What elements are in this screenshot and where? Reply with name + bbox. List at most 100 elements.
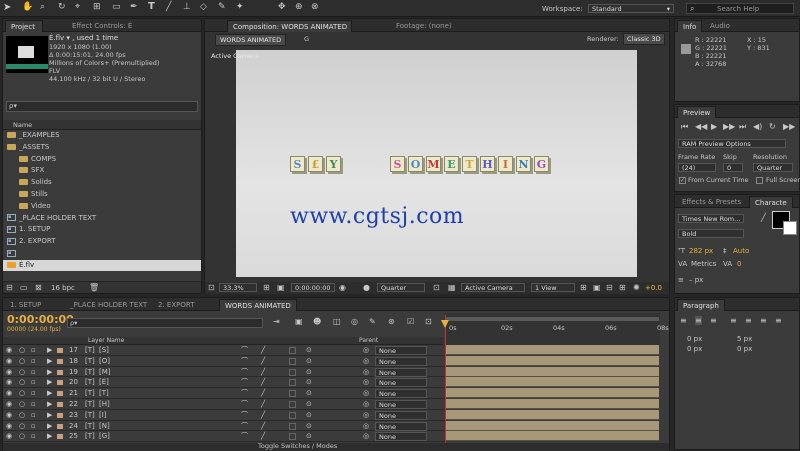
solo-icon[interactable]: ○ [19, 345, 25, 356]
tab-composition[interactable]: Composition: WORDS ANIMATED [227, 20, 352, 32]
lock-icon[interactable]: ▫ [31, 431, 36, 442]
project-item[interactable]: SFX [3, 165, 201, 176]
previous-frame-icon[interactable]: ◀◀ [695, 122, 707, 131]
timeline-tab[interactable]: WORDS ANIMATED [219, 299, 297, 311]
parent-select[interactable]: None [375, 432, 427, 442]
comp-viewer[interactable]: Active Camera S £ Y S O M E T H I N G www.cgtsj.com [211, 50, 637, 277]
3d-layer-box[interactable] [289, 411, 296, 419]
tab-character[interactable]: Characte [749, 196, 793, 208]
quality-icon[interactable]: ╱ [261, 399, 265, 410]
quality-icon[interactable]: ╱ [261, 356, 265, 367]
trash-icon[interactable]: 🗑 [89, 283, 99, 292]
hide-shy-icon[interactable]: ☻ [313, 317, 321, 326]
quality-icon[interactable]: ╱ [261, 367, 265, 378]
graph-toggle-icon[interactable]: ⊡ [425, 317, 432, 326]
layer-duration-bar[interactable] [445, 377, 659, 388]
draft-3d-icon[interactable]: ▣ [295, 317, 303, 326]
font-size-value[interactable]: 282 px [689, 247, 713, 255]
layer-duration-bar[interactable] [445, 420, 659, 431]
skip-select[interactable]: 0 [723, 163, 743, 172]
new-comp-icon[interactable]: ⊠ [35, 283, 42, 292]
3d-layer-box[interactable] [289, 390, 296, 398]
3d-icon[interactable]: ⊙ [306, 421, 312, 432]
label-color[interactable] [57, 434, 63, 440]
expand-arrow-icon[interactable]: ▶ [47, 399, 52, 410]
solo-icon[interactable]: ○ [19, 431, 25, 442]
project-item[interactable]: Stills [3, 189, 201, 200]
layer-duration-bar[interactable] [445, 388, 659, 399]
timeline-timecode[interactable]: 0:00:00:00 [7, 313, 74, 326]
project-item[interactable]: ▪ 2. EXPORT [3, 236, 201, 247]
pickwhip-icon[interactable]: ◎ [363, 377, 369, 388]
indent-left-value[interactable]: 0 px [687, 335, 702, 343]
pickwhip-icon[interactable]: ◎ [363, 388, 369, 399]
current-time-indicator[interactable] [445, 315, 446, 443]
shy-icon[interactable]: ⌒ [241, 421, 248, 432]
grid-icon[interactable]: ⊞ [263, 283, 270, 292]
label-color[interactable] [57, 369, 63, 375]
pickwhip-icon[interactable]: ◎ [363, 356, 369, 367]
eye-icon[interactable]: ◉ [6, 410, 12, 421]
pickwhip-icon[interactable]: ◎ [363, 421, 369, 432]
justify-last-center-icon[interactable]: ≡ [745, 316, 752, 325]
3d-layer-box[interactable] [289, 357, 296, 365]
3d-icon[interactable]: ⊙ [306, 377, 312, 388]
project-item[interactable]: ▪ _PLACE HOLDER TEXT [3, 213, 201, 224]
eye-icon[interactable]: ◉ [6, 345, 12, 356]
expand-arrow-icon[interactable]: ▶ [47, 377, 52, 388]
eraser-tool-icon[interactable]: ◇ [200, 2, 207, 12]
play-icon[interactable]: ▶ [711, 122, 717, 131]
next-frame-icon[interactable]: ▶▶ [723, 122, 735, 131]
align-left-icon[interactable]: ≡ [680, 316, 687, 325]
parent-select[interactable]: None [375, 400, 427, 409]
graph-editor-icon[interactable]: ☑ [407, 317, 414, 326]
ram-preview-options-select[interactable]: RAM Preview Options [678, 139, 786, 148]
comp-flowchart-icon[interactable]: ⊞ [619, 283, 626, 292]
exposure-value[interactable]: +0.0 [645, 284, 662, 292]
quality-icon[interactable]: ╱ [261, 377, 265, 388]
pickwhip-icon[interactable]: ◎ [363, 410, 369, 421]
shy-icon[interactable]: ⌒ [241, 345, 248, 356]
label-color[interactable] [57, 380, 63, 386]
resolution-select[interactable]: Quarter [377, 283, 425, 292]
interpret-footage-icon[interactable]: ⊟ [6, 283, 13, 292]
quality-icon[interactable]: ╱ [261, 345, 265, 356]
region-of-interest-icon[interactable]: ⊡ [433, 283, 440, 292]
layer-duration-bar[interactable] [445, 399, 659, 409]
full-screen-checkbox[interactable] [756, 177, 763, 184]
pen-tool-icon[interactable]: ✒ [130, 2, 138, 12]
lock-icon[interactable]: ▫ [31, 399, 36, 410]
label-color[interactable] [57, 402, 63, 407]
tab-project[interactable]: Project [5, 20, 43, 32]
tab-paragraph[interactable]: Paragraph [677, 299, 725, 311]
roto-brush-tool-icon[interactable]: ✎ [218, 2, 226, 12]
solo-icon[interactable]: ○ [19, 377, 25, 388]
lock-icon[interactable]: ▫ [31, 421, 36, 432]
eye-icon[interactable]: ◉ [6, 377, 12, 388]
renderer-value[interactable]: Classic 3D [623, 33, 665, 45]
transparency-grid-icon[interactable]: ▦ [448, 283, 456, 292]
timeline-icon[interactable]: ⊟ [606, 283, 613, 292]
justify-all-icon[interactable]: ≡ [775, 316, 782, 325]
layer-row[interactable]: ◉ ○ ▫ ▶ 19 [T] [M] ⌒ ╱ ⊙ ◎ None [3, 367, 445, 378]
brainstorm-icon[interactable]: ✎ [369, 317, 376, 326]
selection-tool-icon[interactable]: ➤ [3, 2, 11, 13]
project-item[interactable]: Solids [3, 177, 201, 188]
always-preview-icon[interactable]: ⊡ [208, 283, 215, 292]
eye-icon[interactable]: ◉ [6, 399, 12, 410]
space-after-value[interactable]: 0 px [737, 345, 752, 353]
justify-last-left-icon[interactable]: ≡ [730, 316, 737, 325]
camera-select[interactable]: Active Camera [461, 283, 525, 292]
3d-icon[interactable]: ⊙ [306, 399, 312, 410]
stroke-color-swatch[interactable] [783, 221, 797, 235]
expand-arrow-icon[interactable]: ▶ [47, 367, 52, 378]
expand-arrow-icon[interactable]: ▶ [47, 356, 52, 367]
from-current-checkbox[interactable]: ✓ [679, 177, 686, 184]
parent-select[interactable]: None [375, 367, 427, 377]
label-color[interactable] [57, 358, 63, 364]
3d-layer-box[interactable] [289, 422, 296, 430]
mute-audio-icon[interactable]: ◀) [753, 122, 762, 131]
3d-layer-box[interactable] [289, 433, 296, 441]
lock-icon[interactable]: ▫ [31, 410, 36, 421]
solo-icon[interactable]: ○ [19, 367, 25, 378]
